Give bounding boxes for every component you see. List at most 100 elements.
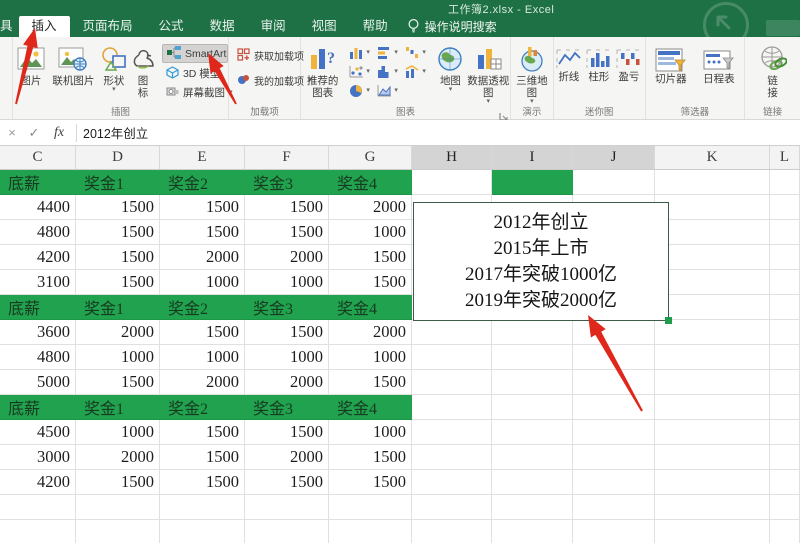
cell[interactable]: 奖金3 xyxy=(245,295,329,320)
cell[interactable] xyxy=(412,420,492,445)
cell[interactable]: 2000 xyxy=(245,370,329,395)
cell[interactable]: 1000 xyxy=(160,270,245,295)
cell[interactable] xyxy=(573,395,655,420)
column-header-D[interactable]: D xyxy=(76,146,160,169)
icons-button[interactable]: 图标 xyxy=(130,41,156,99)
tab-review[interactable]: 审阅 xyxy=(248,16,299,37)
cell[interactable] xyxy=(573,370,655,395)
cell[interactable] xyxy=(0,495,76,520)
cell[interactable] xyxy=(655,445,770,470)
cell[interactable] xyxy=(655,395,770,420)
cell[interactable] xyxy=(770,395,800,420)
column-header-G[interactable]: G xyxy=(329,146,412,169)
cell[interactable] xyxy=(655,320,770,345)
cell[interactable]: 1500 xyxy=(160,320,245,345)
cell[interactable]: 奖金2 xyxy=(160,170,245,195)
column-header-L[interactable]: L xyxy=(770,146,800,169)
cell[interactable] xyxy=(655,295,770,320)
cell[interactable] xyxy=(655,470,770,495)
fx-insert-function-icon[interactable]: fx xyxy=(46,125,72,141)
cell[interactable] xyxy=(492,495,573,520)
cell[interactable]: 1500 xyxy=(329,470,412,495)
cell[interactable]: 1500 xyxy=(329,245,412,270)
cell[interactable]: 1500 xyxy=(160,470,245,495)
maps-button[interactable]: 地图 ▾ xyxy=(434,41,466,93)
cell[interactable] xyxy=(770,495,800,520)
cell[interactable] xyxy=(492,370,573,395)
cell[interactable]: 1500 xyxy=(76,245,160,270)
cell[interactable] xyxy=(412,170,492,195)
cell[interactable]: 1000 xyxy=(160,345,245,370)
cell[interactable]: 2000 xyxy=(329,195,412,220)
cell[interactable] xyxy=(655,420,770,445)
cell[interactable]: 1500 xyxy=(160,195,245,220)
cell[interactable] xyxy=(655,370,770,395)
cell[interactable]: 2000 xyxy=(160,370,245,395)
cell[interactable]: 1000 xyxy=(245,345,329,370)
cell[interactable]: 4400 xyxy=(0,195,76,220)
cell[interactable]: 1500 xyxy=(160,220,245,245)
cell[interactable] xyxy=(573,470,655,495)
my-addins-button[interactable]: 我的加载项 ▾ xyxy=(233,72,311,89)
cancel-icon[interactable]: × xyxy=(2,125,22,140)
chart-type-area-button[interactable]: ▾ xyxy=(376,81,404,100)
online-pictures-button[interactable]: 联机图片 xyxy=(49,41,98,87)
pivot-chart-button[interactable]: 数据透视图 ▾ xyxy=(467,41,510,105)
recommended-charts-button[interactable]: ? 推荐的 图表 xyxy=(301,41,344,99)
cell[interactable] xyxy=(492,320,573,345)
cell[interactable]: 奖金3 xyxy=(245,395,329,420)
cell[interactable]: 1500 xyxy=(329,445,412,470)
cell[interactable]: 1000 xyxy=(76,420,160,445)
cell[interactable] xyxy=(655,170,770,195)
cell[interactable]: 1500 xyxy=(76,470,160,495)
cell[interactable] xyxy=(329,520,412,543)
sparkline-line-button[interactable]: 折线 xyxy=(554,45,584,83)
cell[interactable] xyxy=(492,395,573,420)
cell[interactable] xyxy=(655,245,770,270)
cell[interactable] xyxy=(655,195,770,220)
cell[interactable]: 奖金2 xyxy=(160,395,245,420)
cell[interactable]: 1500 xyxy=(245,195,329,220)
cell[interactable] xyxy=(492,445,573,470)
cell[interactable]: 1500 xyxy=(76,270,160,295)
column-header-E[interactable]: E xyxy=(160,146,245,169)
cell[interactable]: 1000 xyxy=(329,220,412,245)
chart-type-pie-button[interactable]: ▾ xyxy=(348,81,376,100)
link-button[interactable]: 链 接 xyxy=(755,41,791,99)
cell[interactable] xyxy=(770,170,800,195)
cell[interactable] xyxy=(770,445,800,470)
column-header-I[interactable]: I xyxy=(492,146,573,169)
cell[interactable]: 2000 xyxy=(245,445,329,470)
cell[interactable]: 3000 xyxy=(0,445,76,470)
cell[interactable] xyxy=(412,520,492,543)
cell[interactable]: 1500 xyxy=(76,370,160,395)
cell[interactable] xyxy=(573,345,655,370)
chart-type-bar-button[interactable]: ▾ xyxy=(376,43,404,62)
cell[interactable]: 奖金4 xyxy=(329,170,412,195)
cell[interactable] xyxy=(412,320,492,345)
cell[interactable] xyxy=(492,345,573,370)
cell[interactable] xyxy=(492,170,573,195)
cell[interactable]: 底薪 xyxy=(0,295,76,320)
cell[interactable] xyxy=(412,445,492,470)
tab-page-layout[interactable]: 页面布局 xyxy=(70,16,146,37)
cell[interactable]: 1000 xyxy=(329,345,412,370)
cell[interactable]: 奖金4 xyxy=(329,395,412,420)
cell[interactable] xyxy=(76,520,160,543)
cell[interactable]: 4200 xyxy=(0,470,76,495)
pictures-button[interactable]: 图片 xyxy=(13,41,49,87)
cell[interactable] xyxy=(329,495,412,520)
tab-data[interactable]: 数据 xyxy=(197,16,248,37)
cell[interactable] xyxy=(770,520,800,543)
cell[interactable]: 4800 xyxy=(0,345,76,370)
chart-type-histogram-button[interactable]: ▾ xyxy=(376,62,404,81)
3d-map-button[interactable]: 三维地图 ▾ xyxy=(512,41,552,105)
cell[interactable] xyxy=(770,345,800,370)
cell[interactable] xyxy=(573,420,655,445)
cell[interactable] xyxy=(160,495,245,520)
cell[interactable] xyxy=(655,270,770,295)
floating-textbox[interactable]: 2012年创立 2015年上市 2017年突破1000亿 2019年突破2000… xyxy=(413,202,672,324)
chart-type-waterfall-button[interactable]: ▾ xyxy=(404,43,432,62)
cell[interactable] xyxy=(770,270,800,295)
column-header-C[interactable]: C xyxy=(0,146,76,169)
